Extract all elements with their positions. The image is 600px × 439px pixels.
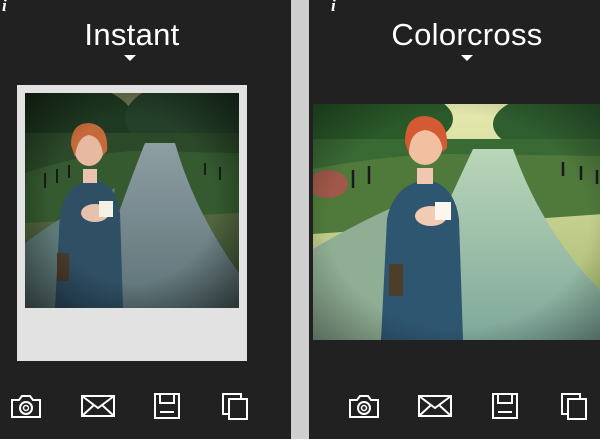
mail-button[interactable] (78, 388, 118, 424)
photo-scene (25, 93, 239, 308)
filter-title[interactable]: Colorcross (317, 17, 600, 53)
filter-title[interactable]: Instant (0, 17, 288, 53)
screen-divider (291, 0, 309, 439)
camera-icon (11, 395, 41, 418)
polaroid-frame (17, 85, 247, 361)
bottom-toolbar (309, 388, 600, 428)
photo-preview (25, 93, 239, 308)
info-icon[interactable]: i (329, 0, 347, 14)
mail-icon (81, 395, 115, 417)
copy-icon (222, 393, 248, 420)
bottom-toolbar (0, 388, 291, 428)
save-icon (492, 393, 518, 419)
copy-button[interactable] (554, 388, 594, 424)
save-button[interactable] (485, 388, 525, 424)
camera-button[interactable] (6, 388, 46, 424)
mail-icon (418, 395, 452, 417)
save-icon (154, 393, 180, 419)
colorcross-filter-screen: i Colorcross (309, 0, 600, 439)
chevron-down-icon[interactable] (124, 55, 136, 61)
photo-preview (313, 104, 600, 340)
chevron-down-icon[interactable] (461, 55, 473, 61)
camera-icon (349, 395, 379, 418)
instant-filter-screen: i Instant (0, 0, 291, 439)
copy-icon (561, 393, 587, 420)
mail-button[interactable] (415, 388, 455, 424)
copy-button[interactable] (215, 388, 255, 424)
save-button[interactable] (147, 388, 187, 424)
camera-button[interactable] (344, 388, 384, 424)
photo-scene (313, 104, 600, 340)
info-icon[interactable]: i (0, 0, 18, 14)
